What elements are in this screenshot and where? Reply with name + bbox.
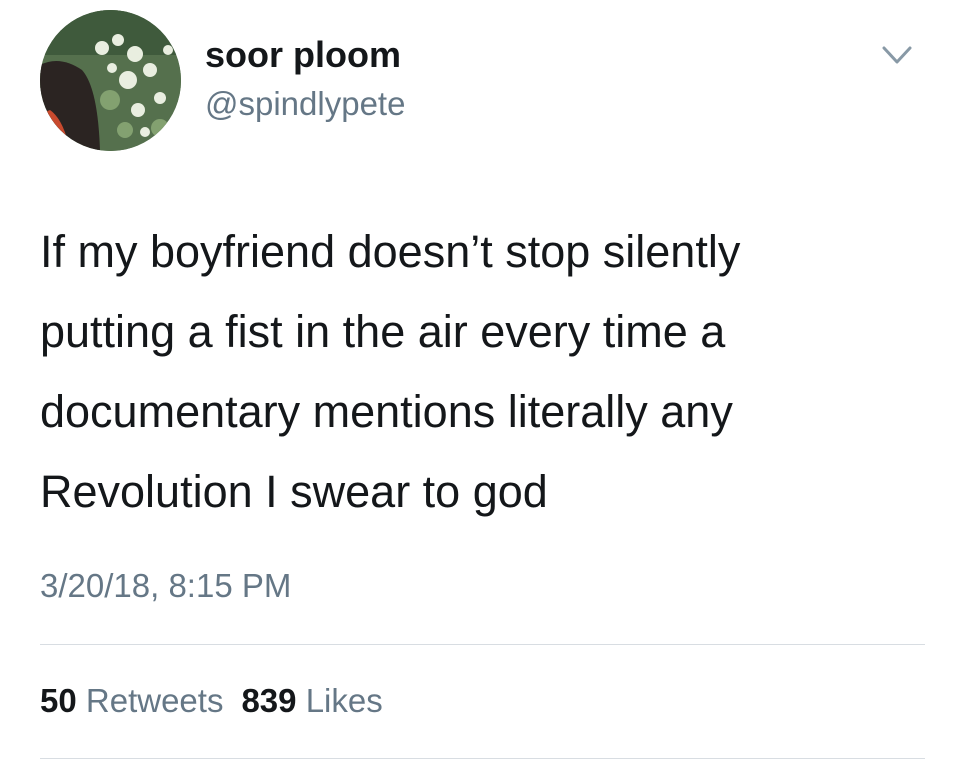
tweet-text-line: documentary mentions literally any [40,386,733,437]
divider [40,644,925,645]
tweet-card: soor ploom @spindlypete If my boyfriend … [0,0,960,764]
avatar[interactable] [40,10,181,151]
likes-stat[interactable]: 839 Likes [241,682,382,719]
avatar-photo [40,10,181,151]
retweets-label: Retweets [85,682,224,719]
tweet-stats: 50 Retweets 839 Likes [40,681,383,721]
tweet-text-line: putting a fist in the air every time a [40,306,726,357]
tweet-text-line: If my boyfriend doesn’t stop silently [40,226,741,277]
likes-label: Likes [305,682,383,719]
retweets-stat[interactable]: 50 Retweets [40,682,223,719]
divider [40,758,925,759]
display-name[interactable]: soor ploom [205,33,401,77]
user-handle[interactable]: @spindlypete [205,84,405,124]
likes-count: 839 [241,682,297,719]
retweets-count: 50 [40,682,77,719]
tweet-text-line: Revolution I swear to god [40,466,548,517]
tweet-timestamp[interactable]: 3/20/18, 8:15 PM [40,566,291,606]
chevron-down-icon[interactable] [880,42,914,68]
tweet-text: If my boyfriend doesn’t stop silently pu… [40,212,940,532]
